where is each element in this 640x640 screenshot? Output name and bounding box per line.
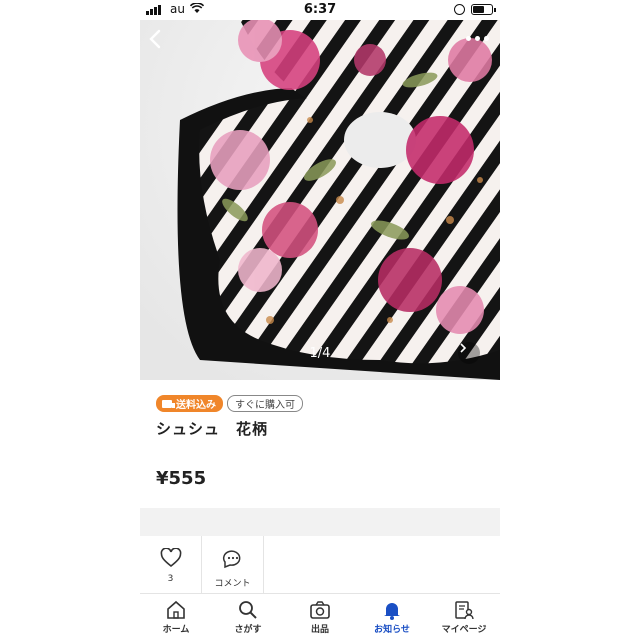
- back-button[interactable]: [146, 28, 170, 52]
- product-image[interactable]: 1/4: [140, 20, 500, 380]
- search-icon: [239, 601, 257, 619]
- status-bar: au 6:37: [140, 0, 500, 20]
- tab-home-label: ホーム: [162, 625, 190, 635]
- tab-search-label: さがす: [234, 625, 262, 635]
- status-time: 6:37: [303, 2, 337, 17]
- image-counter: 1/4: [309, 346, 331, 361]
- tab-mypage[interactable]: マイページ: [428, 594, 500, 640]
- tab-notifications[interactable]: お知らせ: [356, 594, 428, 640]
- truck-icon: [162, 399, 175, 408]
- orientation-lock-icon: [454, 4, 465, 15]
- comment-label: コメント: [214, 579, 251, 589]
- heart-icon: [160, 548, 181, 568]
- tab-sell[interactable]: 出品: [284, 594, 356, 640]
- battery-icon: [471, 4, 496, 15]
- shipping-badge-label: 送料込み: [176, 400, 216, 411]
- comment-icon: [222, 550, 240, 569]
- tab-notifications-label: お知らせ: [374, 625, 410, 635]
- more-options-button[interactable]: [462, 28, 492, 48]
- tab-bar: ホーム さがす 出品 お知らせ マイページ: [140, 594, 500, 640]
- product-title: シュシュ 花柄: [156, 420, 269, 438]
- more-dots-icon: [465, 35, 471, 41]
- mypage-icon: [455, 601, 474, 620]
- comment-button[interactable]: コメント: [202, 536, 264, 594]
- like-count: 3: [167, 574, 174, 584]
- chevron-left-icon: [149, 29, 161, 49]
- product-price: ¥555: [156, 468, 207, 489]
- like-button[interactable]: 3: [140, 536, 202, 594]
- shipping-included-badge: 送料込み: [156, 395, 223, 412]
- tab-mypage-label: マイページ: [441, 625, 487, 635]
- tab-home[interactable]: ホーム: [140, 594, 212, 640]
- buy-now-badge: すぐに購入可: [227, 395, 303, 412]
- phone-screen: au 6:37 1/4 送料込み すぐに購入可 シュシュ 花柄 ¥555 3 コ…: [140, 0, 500, 640]
- section-divider: [140, 508, 500, 536]
- bell-icon: [384, 603, 400, 620]
- product-badges: 送料込み すぐに購入可: [156, 395, 303, 412]
- action-row: 3 コメント: [140, 536, 500, 594]
- tab-search[interactable]: さがす: [212, 594, 284, 640]
- chevron-right-icon: [460, 343, 467, 353]
- tab-sell-label: 出品: [310, 625, 329, 635]
- next-image-button[interactable]: [458, 342, 480, 364]
- home-icon: [167, 600, 185, 619]
- scrunchie-photo: [140, 20, 500, 380]
- camera-icon: [310, 601, 330, 619]
